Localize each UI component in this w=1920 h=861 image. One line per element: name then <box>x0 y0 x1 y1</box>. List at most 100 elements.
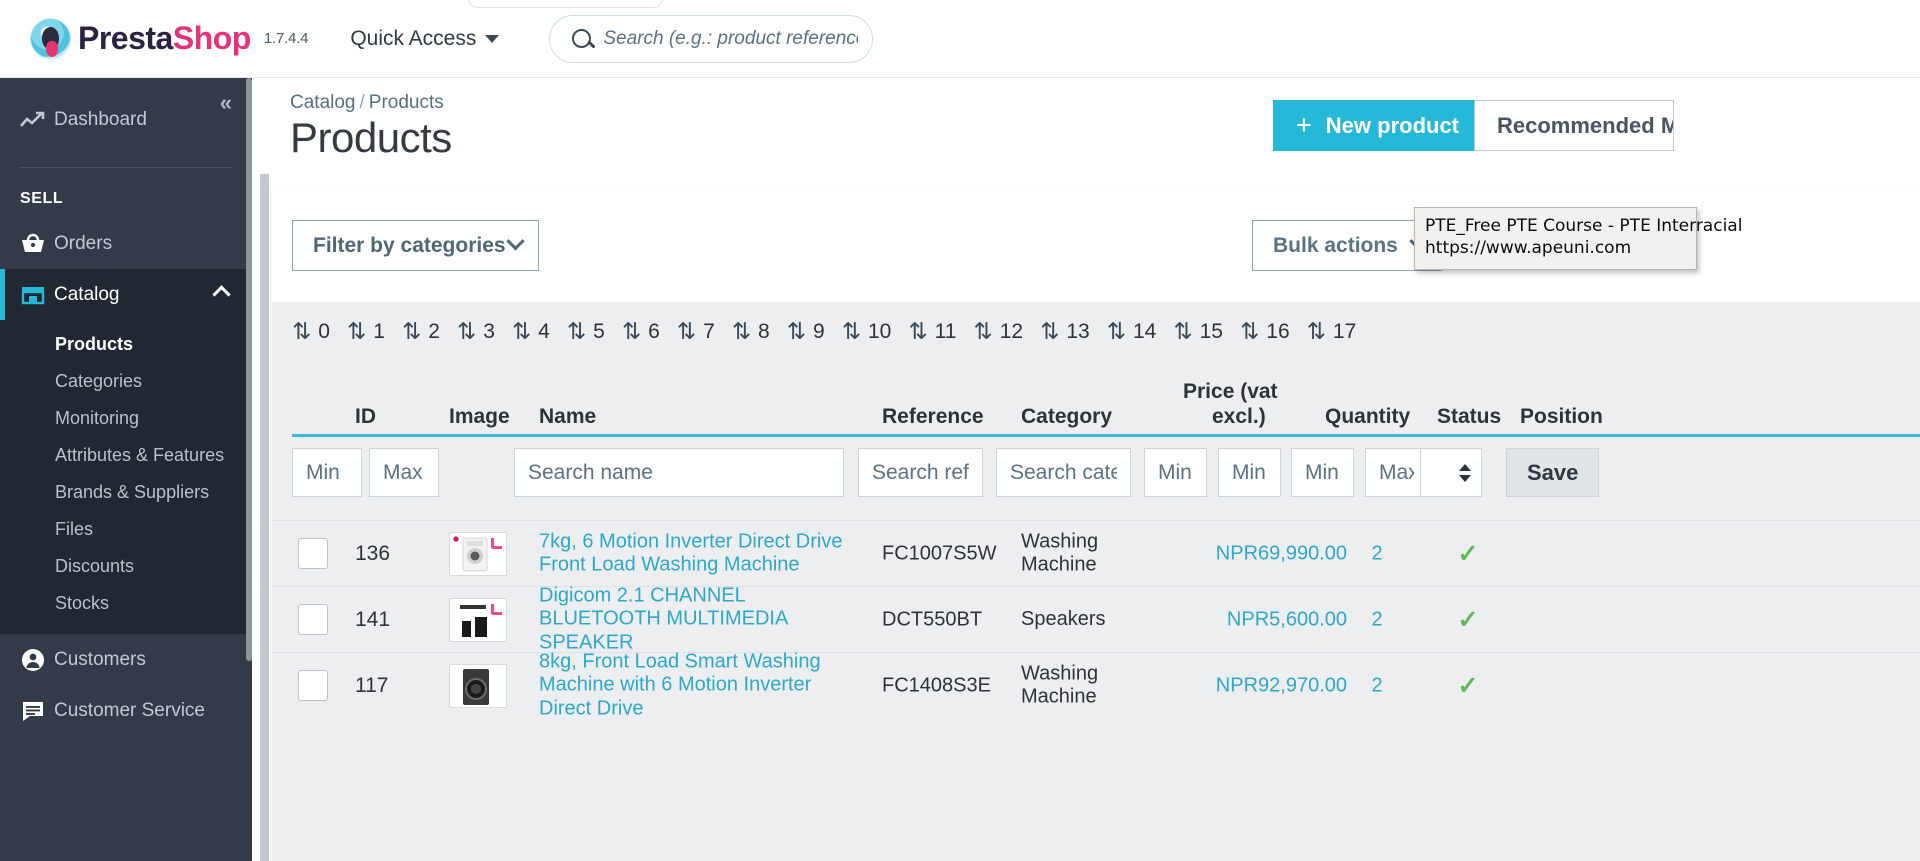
cell-product-name[interactable]: 8kg, Front Load Smart Washing Machine wi… <box>539 650 869 721</box>
sidebar-item-dashboard[interactable]: Dashboard <box>0 94 252 145</box>
prestashop-logo[interactable]: PrestaShop 1.7.4.4 <box>30 18 308 59</box>
row-checkbox[interactable] <box>298 670 328 701</box>
sort-item[interactable]: ⇅2 <box>402 320 440 344</box>
sort-number: 11 <box>935 320 957 344</box>
cell-price[interactable]: NPR5,600.00 <box>1172 608 1347 631</box>
sort-updown-icon: ⇅ <box>1240 321 1259 344</box>
sidebar-item-categories[interactable]: Categories <box>0 363 252 400</box>
sidebar-item-products[interactable]: Products <box>0 326 252 363</box>
breadcrumb: Catalog/Products <box>290 92 444 114</box>
sort-item[interactable]: ⇅3 <box>457 320 495 344</box>
filter-category[interactable] <box>996 448 1131 497</box>
filter-price-min[interactable] <box>1144 448 1207 497</box>
filter-by-categories-dropdown[interactable]: Filter by categories <box>292 220 539 271</box>
sort-number: 16 <box>1266 320 1289 344</box>
filter-reference[interactable] <box>858 448 983 497</box>
catalog-submenu: Products Categories Monitoring Attribute… <box>0 320 252 634</box>
filter-id-max[interactable] <box>369 448 439 497</box>
column-header-quantity[interactable]: Quantity <box>1325 405 1410 429</box>
cell-quantity[interactable]: 2 <box>1357 608 1397 631</box>
cell-product-name[interactable]: Digicom 2.1 CHANNEL BLUETOOTH MULTIMEDIA… <box>539 584 869 655</box>
filter-name[interactable] <box>514 448 844 497</box>
sort-item[interactable]: ⇅7 <box>677 320 715 344</box>
sort-item[interactable]: ⇅11 <box>908 320 956 344</box>
column-header-name[interactable]: Name <box>539 405 596 429</box>
cell-quantity[interactable]: 2 <box>1357 542 1397 565</box>
column-header-price-line2[interactable]: excl.) <box>1212 405 1266 429</box>
sidebar-item-orders[interactable]: Orders <box>0 218 252 269</box>
column-header-price-line1[interactable]: Price (vat <box>1183 380 1278 404</box>
filter-status-select[interactable] <box>1420 448 1482 497</box>
cell-price[interactable]: NPR69,990.00 <box>1172 542 1347 565</box>
filter-quantity-min[interactable] <box>1291 448 1354 497</box>
sort-item[interactable]: ⇅4 <box>512 320 550 344</box>
breadcrumb-separator: / <box>360 92 365 113</box>
column-header-category[interactable]: Category <box>1021 405 1112 429</box>
sort-updown-icon: ⇅ <box>402 321 421 344</box>
sort-item[interactable]: ⇅12 <box>973 320 1023 344</box>
row-checkbox[interactable] <box>298 538 328 569</box>
sidebar-item-discounts[interactable]: Discounts <box>0 548 252 585</box>
column-header-reference[interactable]: Reference <box>882 405 984 429</box>
page-scrollbar[interactable] <box>260 78 269 861</box>
sidebar-item-stocks[interactable]: Stocks <box>0 585 252 622</box>
sort-number: 15 <box>1200 320 1223 344</box>
prestashop-wordmark: PrestaShop <box>78 20 251 57</box>
row-checkbox[interactable] <box>298 604 328 635</box>
sort-item[interactable]: ⇅9 <box>787 320 825 344</box>
position-sort-strip: ⇅0 ⇅1 ⇅2 ⇅3 ⇅4 ⇅5 ⇅6 ⇅7 ⇅8 ⇅9 ⇅10 ⇅11 ⇅1… <box>272 302 1920 362</box>
sort-number: 8 <box>758 320 770 344</box>
cell-price[interactable]: NPR92,970.00 <box>1172 674 1347 697</box>
new-product-label: New product <box>1326 113 1459 139</box>
table-row[interactable]: 117 8kg, Front Load Smart Washing Machin… <box>272 652 1920 718</box>
sort-item[interactable]: ⇅8 <box>732 320 770 344</box>
column-header-id[interactable]: ID <box>355 405 376 429</box>
status-badge[interactable]: ✓ <box>1448 671 1488 701</box>
bulk-actions-label: Bulk actions <box>1273 234 1398 258</box>
sidebar-item-catalog[interactable]: Catalog <box>0 269 252 320</box>
sidebar-scrollbar[interactable] <box>246 78 252 661</box>
sort-item[interactable]: ⇅6 <box>622 320 660 344</box>
column-header-status[interactable]: Status <box>1437 405 1501 429</box>
table-header-row: ID Image Name Reference Category Price (… <box>272 362 1920 436</box>
new-product-button[interactable]: + New product <box>1273 100 1482 151</box>
sort-item[interactable]: ⇅0 <box>292 320 330 344</box>
sort-item[interactable]: ⇅10 <box>842 320 892 344</box>
quick-access-menu[interactable]: Quick Access <box>350 27 499 51</box>
status-badge[interactable]: ✓ <box>1448 605 1488 635</box>
sort-updown-icon: ⇅ <box>677 321 696 344</box>
sidebar-item-monitoring[interactable]: Monitoring <box>0 400 252 437</box>
sidebar-item-files[interactable]: Files <box>0 511 252 548</box>
breadcrumb-parent[interactable]: Catalog <box>290 92 356 113</box>
sidebar-item-customer-service[interactable]: Customer Service <box>0 685 252 736</box>
sort-item[interactable]: ⇅17 <box>1307 320 1357 344</box>
sort-item[interactable]: ⇅15 <box>1173 320 1223 344</box>
recommended-modules-button[interactable]: Recommended Modules <box>1474 100 1674 151</box>
cell-quantity[interactable]: 2 <box>1357 674 1397 697</box>
sort-item[interactable]: ⇅5 <box>567 320 605 344</box>
sidebar-item-attributes-features[interactable]: Attributes & Features <box>0 437 252 474</box>
sort-updown-icon: ⇅ <box>1107 321 1126 344</box>
column-header-position[interactable]: Position <box>1520 405 1603 429</box>
sort-number: 3 <box>483 320 495 344</box>
sort-item[interactable]: ⇅ 16 <box>1240 320 1290 344</box>
filter-id-min[interactable] <box>292 448 362 497</box>
sort-item[interactable]: ⇅14 <box>1107 320 1157 344</box>
sort-item[interactable]: ⇅1 <box>347 320 385 344</box>
product-thumbnail <box>449 598 507 642</box>
table-row[interactable]: 141 Digicom 2.1 CHANNEL BLUETOOTH MULTIM… <box>272 586 1920 652</box>
sort-number: 1 <box>373 320 385 344</box>
sort-item[interactable]: ⇅13 <box>1040 320 1090 344</box>
cell-product-name[interactable]: 7kg, 6 Motion Inverter Direct Drive Fron… <box>539 530 869 577</box>
table-row[interactable]: 136 7kg, 6 Motion Inverter Direct Drive … <box>272 520 1920 586</box>
filter-save-button[interactable]: Save <box>1506 448 1599 497</box>
filter-price-max[interactable] <box>1218 448 1281 497</box>
sidebar-item-brands-suppliers[interactable]: Brands & Suppliers <box>0 474 252 511</box>
sidebar-item-customers[interactable]: Customers <box>0 634 252 685</box>
search-input[interactable] <box>603 28 858 50</box>
global-search-box[interactable] <box>549 15 873 63</box>
cell-category: Washing Machine <box>1021 662 1141 709</box>
status-badge[interactable]: ✓ <box>1448 539 1488 569</box>
cell-category: Speakers <box>1021 608 1141 632</box>
filter-quantity-max[interactable] <box>1365 448 1428 497</box>
